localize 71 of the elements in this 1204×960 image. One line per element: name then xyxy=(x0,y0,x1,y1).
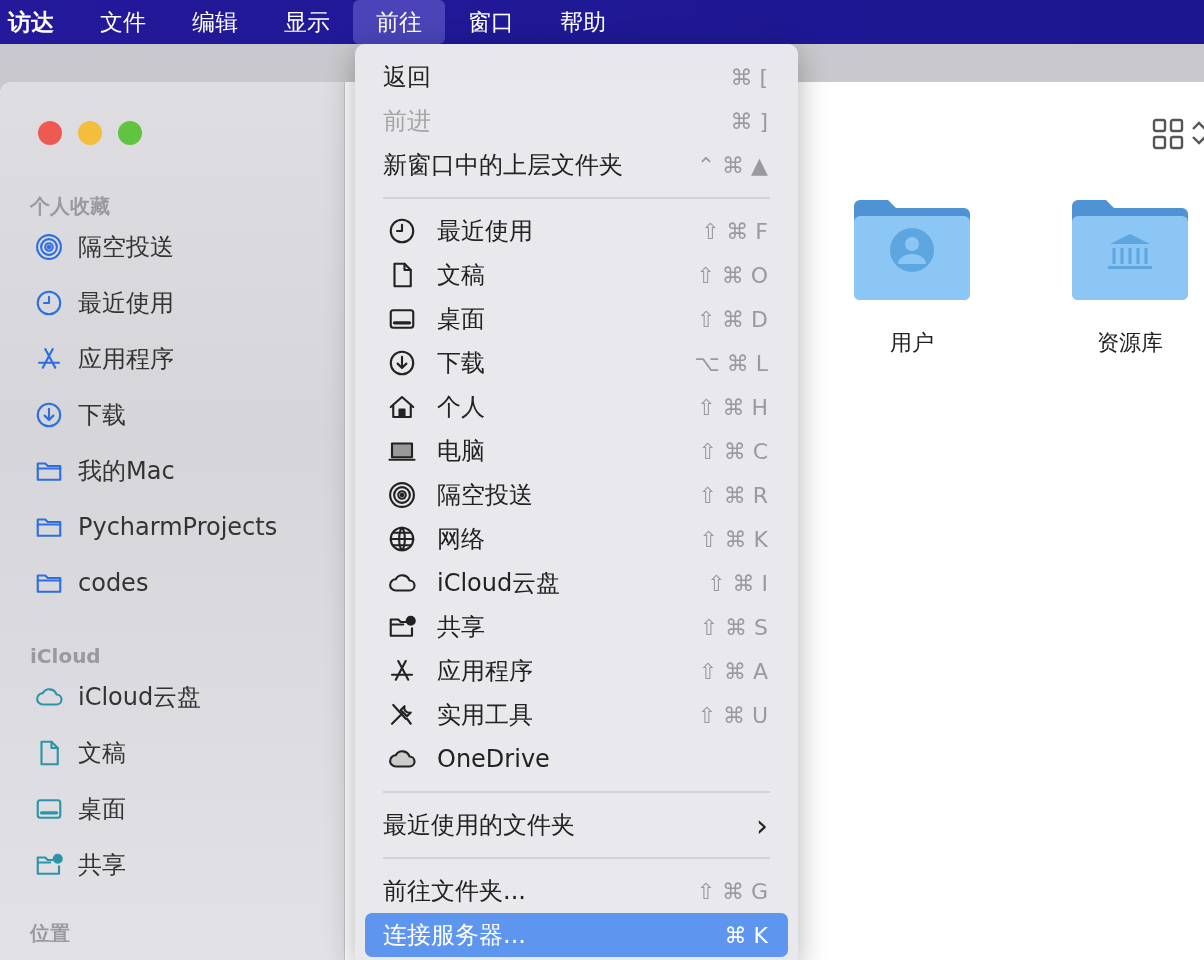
menu-bar-item[interactable]: 访达 xyxy=(0,0,77,44)
menu-item[interactable]: 电脑 ⇧ ⌘ C xyxy=(365,429,788,473)
sidebar-item[interactable]: iCloud云盘 xyxy=(0,669,344,725)
zoom-button[interactable] xyxy=(118,121,142,145)
close-button[interactable] xyxy=(38,121,62,145)
sidebar-item[interactable]: 桌面 xyxy=(0,781,344,837)
shortcut-label: ⌥ ⌘ L xyxy=(694,350,768,376)
shortcut-label: ⇧ ⌘ O xyxy=(696,262,768,288)
globe-icon xyxy=(387,524,417,554)
menu-item[interactable]: 前往文件夹... ⇧ ⌘ G xyxy=(365,869,788,913)
menu-item[interactable]: 网络 ⇧ ⌘ K xyxy=(365,517,788,561)
airdrop-icon xyxy=(34,232,64,262)
menu-item[interactable]: 返回 ⌘ [ xyxy=(365,55,788,99)
folder-icon xyxy=(1070,198,1190,302)
menu-item[interactable]: 应用程序 ⇧ ⌘ A xyxy=(365,649,788,693)
sidebar-item[interactable]: 最近使用 xyxy=(0,275,344,331)
download-icon xyxy=(387,348,417,378)
shortcut-label: ⇧ ⌘ R xyxy=(698,482,768,508)
menu-bar-item[interactable]: 帮助 xyxy=(537,0,629,44)
sidebar-item[interactable]: 隔空投送 xyxy=(0,219,344,275)
menu-item[interactable]: 文稿 ⇧ ⌘ O xyxy=(365,253,788,297)
menu-item[interactable]: 最近使用 ⇧ ⌘ F xyxy=(365,209,788,253)
airdrop-icon xyxy=(387,480,417,510)
sidebar-item[interactable]: 共享 xyxy=(0,837,344,893)
sidebar-item[interactable]: 文稿 xyxy=(0,725,344,781)
submenu-arrow: › xyxy=(756,807,768,843)
shortcut-label: ⇧ ⌘ U xyxy=(697,702,768,728)
clock-icon xyxy=(387,216,417,246)
clock-icon xyxy=(34,288,64,318)
shortcut-label: ⌘ [ xyxy=(730,64,768,90)
sidebar-heading: 个人收藏 xyxy=(29,193,111,219)
menu-item[interactable]: 最近使用的文件夹 › xyxy=(365,803,788,847)
menu-item[interactable]: 下载 ⌥ ⌘ L xyxy=(365,341,788,385)
shortcut-label: ⇧ ⌘ I xyxy=(707,570,768,596)
menu-bar-item[interactable]: 编辑 xyxy=(169,0,261,44)
menu-item[interactable]: 共享 ⇧ ⌘ S xyxy=(365,605,788,649)
menu-bar-item[interactable]: 文件 xyxy=(77,0,169,44)
sidebar-heading: iCloud xyxy=(29,643,102,669)
folder-label[interactable]: 资源库 xyxy=(1097,328,1163,358)
menu-item[interactable]: 桌面 ⇧ ⌘ D xyxy=(365,297,788,341)
menu-item[interactable]: 隔空投送 ⇧ ⌘ R xyxy=(365,473,788,517)
menu-bar-item[interactable]: 前往 xyxy=(353,0,445,44)
folder-icon xyxy=(852,198,972,302)
menu-bar-item[interactable]: 显示 xyxy=(261,0,353,44)
shortcut-label: ⇧ ⌘ S xyxy=(699,614,768,640)
menu-item[interactable]: OneDrive xyxy=(365,737,788,781)
sidebar-item[interactable]: 下载 xyxy=(0,387,344,443)
download-icon xyxy=(34,400,64,430)
grid-view-icon[interactable] xyxy=(1152,118,1184,150)
shortcut-label: ⇧ ⌘ C xyxy=(698,438,768,464)
menu-item[interactable]: iCloud云盘 ⇧ ⌘ I xyxy=(365,561,788,605)
shortcut-label: ⇧ ⌘ A xyxy=(698,658,768,684)
minimize-button[interactable] xyxy=(78,121,102,145)
folder-label[interactable]: 用户 xyxy=(890,328,934,358)
shortcut-label: ⇧ ⌘ F xyxy=(700,218,768,244)
menu-item[interactable]: 新窗口中的上层文件夹 ⌃ ⌘ ▲ xyxy=(365,143,788,187)
shortcut-label: ⌘ K xyxy=(724,922,768,948)
menu-bar-item[interactable]: 窗口 xyxy=(445,0,537,44)
shortcut-label: ⌘ ] xyxy=(730,108,768,134)
sidebar-item[interactable]: 我的Mac xyxy=(0,443,344,499)
shortcut-label: ⌃ ⌘ ▲ xyxy=(696,152,768,178)
sidebar-item[interactable]: PycharmProjects xyxy=(0,499,344,555)
menu-item[interactable]: 实用工具 ⇧ ⌘ U xyxy=(365,693,788,737)
shortcut-label: ⇧ ⌘ K xyxy=(699,526,768,552)
sidebar-item[interactable]: codes xyxy=(0,555,344,611)
shortcut-label: ⇧ ⌘ H xyxy=(697,394,768,420)
shortcut-label: ⇧ ⌘ D xyxy=(696,306,768,332)
sidebar-heading: 位置 xyxy=(29,920,71,946)
menu-item[interactable]: 个人 ⇧ ⌘ H xyxy=(365,385,788,429)
shortcut-label: ⇧ ⌘ G xyxy=(696,878,768,904)
sidebar-item[interactable]: 应用程序 xyxy=(0,331,344,387)
